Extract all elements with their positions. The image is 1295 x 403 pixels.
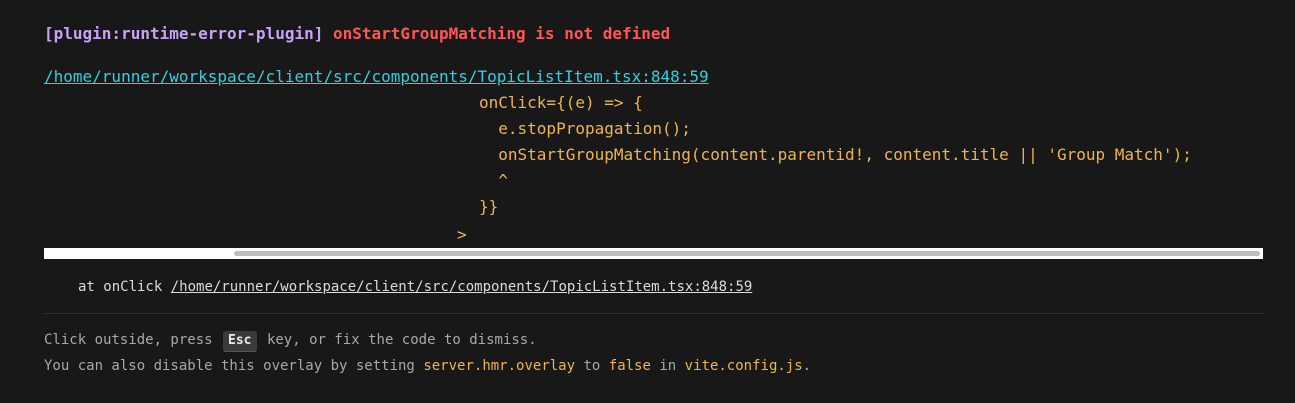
plugin-name: [plugin:runtime-error-plugin] xyxy=(44,24,324,43)
code-frame-scrollbar[interactable] xyxy=(44,248,1263,259)
tip-text: key, or fix the code to dismiss. xyxy=(266,332,537,348)
code-line-marker: > xyxy=(457,225,467,244)
stack-file-link[interactable]: /home/runner/workspace/client/src/compon… xyxy=(171,279,753,295)
error-file-link[interactable]: /home/runner/workspace/client/src/compon… xyxy=(44,65,709,89)
error-text: onStartGroupMatching is not defined xyxy=(333,24,671,43)
scrollbar-thumb[interactable] xyxy=(234,251,1260,256)
stack-trace: at onClick /home/runner/workspace/client… xyxy=(78,276,752,298)
error-message: [plugin:runtime-error-plugin] onStartGro… xyxy=(44,22,670,46)
tip-text: . xyxy=(802,358,812,374)
stack-prefix: at onClick xyxy=(78,279,163,295)
tip-text: in xyxy=(659,358,677,374)
config-file-name: vite.config.js xyxy=(684,358,803,374)
code-line: onStartGroupMatching(content.parentid!, … xyxy=(479,145,1192,164)
code-line: onClick={(e) => { xyxy=(479,93,643,112)
tip-text: You can also disable this overlay by set… xyxy=(44,358,415,374)
code-caret-line: ^ xyxy=(479,171,508,190)
code-line: e.stopPropagation(); xyxy=(479,119,691,138)
esc-key: Esc xyxy=(223,331,257,352)
disable-overlay-tip: You can also disable this overlay by set… xyxy=(44,355,811,377)
error-overlay[interactable]: [plugin:runtime-error-plugin] onStartGro… xyxy=(0,0,1295,403)
divider xyxy=(44,313,1263,314)
dismiss-tip: Click outside, press Esc key, or fix the… xyxy=(44,329,537,352)
tip-text: Click outside, press xyxy=(44,332,213,348)
tip-text: to xyxy=(583,358,601,374)
code-frame: onClick={(e) => { e.stopPropagation(); o… xyxy=(44,90,1263,248)
setting-value: false xyxy=(608,358,651,374)
code-line: }} xyxy=(479,197,499,216)
setting-name: server.hmr.overlay xyxy=(423,358,576,374)
